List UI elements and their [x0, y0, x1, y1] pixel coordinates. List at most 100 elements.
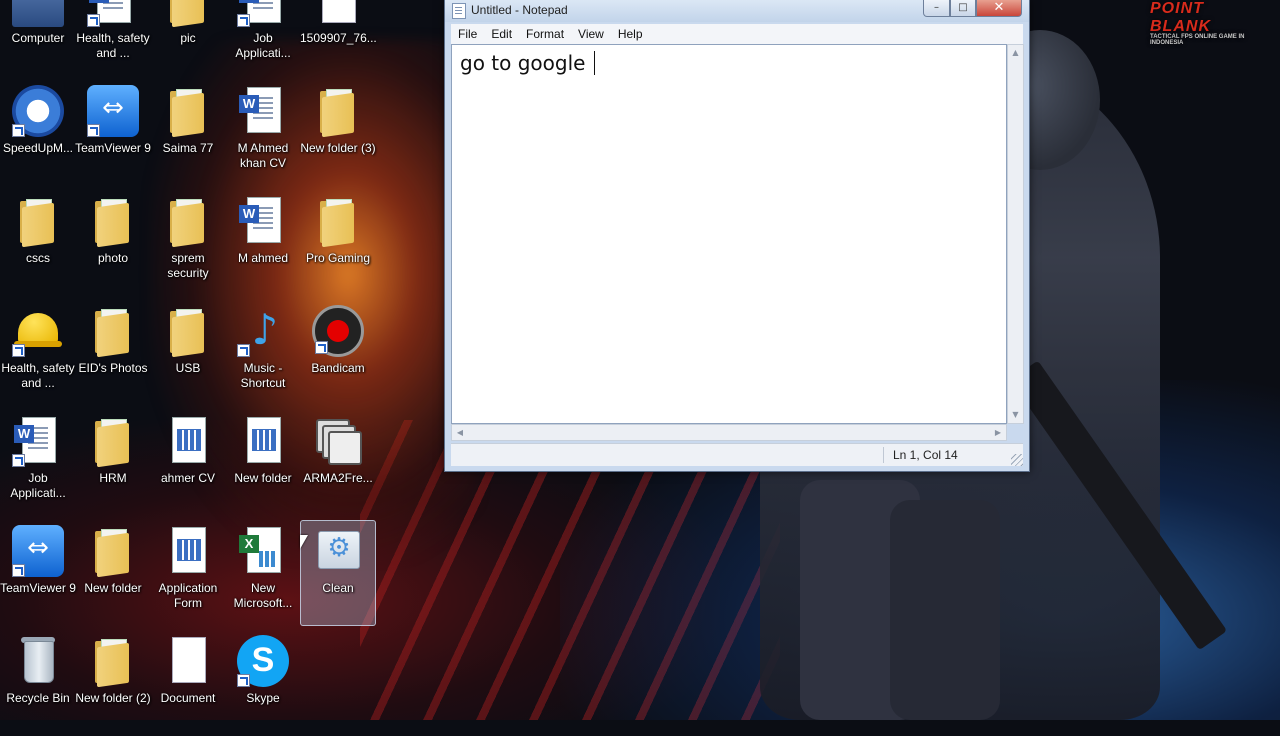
- desktop-icon[interactable]: Document: [150, 630, 226, 736]
- desktop-icon[interactable]: ♪ Music - Shortcut: [225, 300, 301, 406]
- desktop-icon[interactable]: TeamViewer 9: [75, 80, 151, 186]
- hard-hat-icon-part: [18, 313, 58, 343]
- menu-file[interactable]: File: [451, 24, 484, 44]
- calendar-document-icon: [237, 415, 289, 467]
- folder-icon: [87, 415, 139, 468]
- scroll-up-arrow-icon[interactable]: ▲: [1008, 45, 1023, 61]
- excel-document-icon-part: [259, 551, 275, 567]
- desktop-icon[interactable]: Computer: [0, 0, 76, 76]
- cursor-position: Ln 1, Col 14: [893, 448, 958, 462]
- excel-document-icon-part: X: [239, 535, 259, 553]
- scroll-down-arrow-icon[interactable]: ▼: [1008, 407, 1023, 423]
- desktop-icon[interactable]: pic: [150, 0, 226, 76]
- desktop-icon-label: Job Applicati...: [10, 471, 66, 500]
- desktop-icon-label: pic: [180, 31, 196, 45]
- desktop-icon[interactable]: Skype: [225, 630, 301, 736]
- menu-help[interactable]: Help: [611, 24, 650, 44]
- desktop-icon[interactable]: TeamViewer 9: [0, 520, 76, 626]
- desktop-icon[interactable]: New folder: [75, 520, 151, 626]
- desktop-icon-label: M ahmed: [237, 251, 289, 265]
- desktop-icon-label: New folder: [84, 581, 142, 595]
- desktop-icon[interactable]: SpeedUpM...: [0, 80, 76, 186]
- desktop-icon[interactable]: Bandicam: [300, 300, 376, 406]
- desktop-icon[interactable]: 1509907_76...: [300, 0, 377, 76]
- hard-hat-icon: [12, 305, 64, 357]
- calendar-document-icon: [162, 525, 214, 577]
- folder-icon: [87, 635, 139, 688]
- desktop-icon-label: Skype: [246, 691, 280, 705]
- wallpaper-logo: POINT BLANK TACTICAL FPS ONLINE GAME IN …: [1150, 0, 1260, 46]
- desktop-icon[interactable]: Health, safety and ...: [0, 300, 76, 406]
- desktop-icon[interactable]: W Job Applicati...: [225, 0, 301, 76]
- desktop-icon[interactable]: ahmer CV: [150, 410, 226, 516]
- shortcut-arrow-icon: [87, 14, 100, 27]
- desktop-icon[interactable]: sprem security: [150, 190, 226, 296]
- desktop-icon[interactable]: ARMA2Fre...: [300, 410, 376, 516]
- close-button[interactable]: ✕: [976, 0, 1022, 17]
- word-document-icon-part: W: [239, 0, 259, 3]
- desktop-icon[interactable]: New folder (2): [75, 630, 151, 736]
- notepad-window[interactable]: Untitled - Notepad – □ ✕ File Edit Forma…: [444, 0, 1030, 472]
- editor-text-value: go to google: [460, 51, 592, 75]
- desktop-icon[interactable]: Recycle Bin: [0, 630, 76, 736]
- shortcut-arrow-icon: [12, 344, 25, 357]
- desktop-icon-label: Health, safety and ...: [76, 31, 150, 60]
- desktop-icon[interactable]: W Job Applicati...: [0, 410, 76, 516]
- desktop-icon-label: Saima 77: [162, 141, 214, 155]
- folder-icon: [312, 85, 364, 138]
- desktop-icon[interactable]: EID's Photos: [75, 300, 151, 406]
- desktop-icon[interactable]: Saima 77: [150, 80, 226, 186]
- word-document-icon: W: [237, 85, 289, 137]
- desktop-icon[interactable]: W Health, safety and ...: [75, 0, 151, 76]
- desktop-icon-label: sprem security: [167, 251, 209, 280]
- folder-icon: [162, 305, 214, 358]
- bandicam-record-icon: [312, 305, 364, 357]
- calendar-document-icon-part: [177, 429, 201, 451]
- menu-edit[interactable]: Edit: [484, 24, 519, 44]
- desktop-icon[interactable]: ⚙ Clean: [300, 520, 376, 626]
- desktop-icon-label: cscs: [26, 251, 50, 265]
- word-document-icon-part: W: [14, 425, 34, 443]
- desktop-icon[interactable]: New folder: [225, 410, 301, 516]
- recycle-bin-icon-part: [24, 641, 54, 683]
- desktop-icon[interactable]: photo: [75, 190, 151, 296]
- word-document-icon-part: W: [239, 95, 259, 113]
- folder-icon-part: [97, 202, 129, 248]
- folder-icon: [87, 195, 139, 248]
- desktop-icon[interactable]: New folder (3): [300, 80, 376, 186]
- calendar-document-icon-part: [252, 429, 276, 451]
- maximize-button[interactable]: □: [950, 0, 976, 17]
- shortcut-arrow-icon: [237, 674, 250, 687]
- window-title: Untitled - Notepad: [471, 3, 568, 17]
- desktop-icon-label: USB: [175, 361, 201, 375]
- word-document-icon: W: [87, 0, 139, 27]
- desktop-icon[interactable]: cscs: [0, 190, 76, 296]
- desktop-icon[interactable]: USB: [150, 300, 226, 406]
- desktop-icon[interactable]: HRM: [75, 410, 151, 516]
- scroll-left-arrow-icon[interactable]: ◀: [452, 425, 468, 440]
- excel-document-icon: X: [237, 525, 289, 577]
- mouse-pointer-icon: [300, 535, 308, 549]
- desktop-icon[interactable]: Application Form: [150, 520, 226, 626]
- horizontal-scrollbar[interactable]: ◀ ▶: [451, 424, 1007, 441]
- folder-icon-part: [22, 202, 54, 248]
- folder-icon: [162, 0, 214, 28]
- minimize-button[interactable]: –: [923, 0, 950, 17]
- desktop-icon[interactable]: W M Ahmed khan CV: [225, 80, 301, 186]
- desktop-icon-label: Recycle Bin: [6, 691, 70, 705]
- desktop-icon[interactable]: W M ahmed: [225, 190, 301, 296]
- scroll-right-arrow-icon[interactable]: ▶: [990, 425, 1006, 440]
- word-document-icon-part: W: [239, 205, 259, 223]
- desktop-icon[interactable]: Pro Gaming: [300, 190, 376, 296]
- text-editor[interactable]: go to google: [451, 44, 1007, 424]
- vertical-scrollbar[interactable]: ▲ ▼: [1007, 44, 1024, 424]
- resize-grip-icon[interactable]: [1011, 454, 1023, 466]
- desktop-icon-label: TeamViewer 9: [0, 581, 76, 595]
- desktop-icon[interactable]: X New Microsoft...: [225, 520, 301, 626]
- menu-format[interactable]: Format: [519, 24, 571, 44]
- image-icon-part: [322, 0, 356, 23]
- folder-icon-part: [97, 312, 129, 358]
- editor-content: go to google: [460, 51, 595, 75]
- menu-view[interactable]: View: [571, 24, 611, 44]
- desktop-icon-label: Computer: [11, 31, 65, 45]
